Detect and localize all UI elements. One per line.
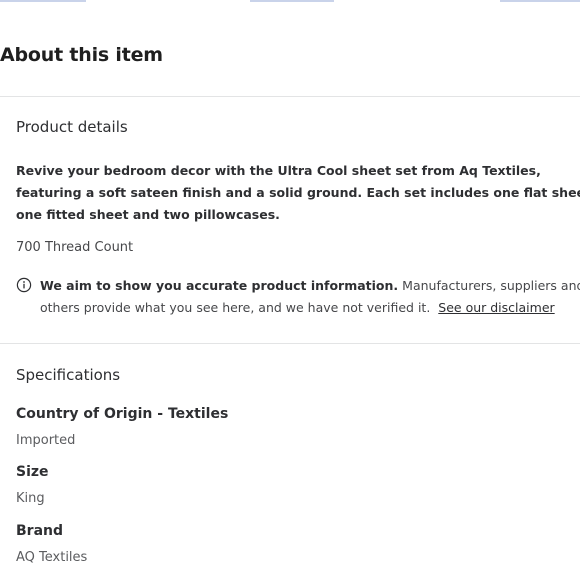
top-tab-indicator[interactable] (0, 0, 86, 2)
thread-count: 700 Thread Count (16, 240, 134, 255)
info-circle-icon (16, 277, 32, 293)
spec-label-size: Size (16, 464, 49, 480)
product-details-heading: Product details (16, 118, 128, 136)
notice-strong-text: We aim to show you accurate product info… (40, 278, 399, 293)
top-tab-indicator[interactable] (250, 0, 334, 2)
spec-value-country-of-origin: Imported (16, 433, 76, 448)
top-tab-indicator[interactable] (500, 0, 580, 2)
accuracy-notice: We aim to show you accurate product info… (40, 275, 580, 319)
divider (0, 343, 580, 344)
spec-value-size: King (16, 491, 45, 506)
specifications-heading: Specifications (16, 366, 121, 384)
product-info-page: About this item Product details Revive y… (0, 0, 580, 580)
disclaimer-link[interactable]: See our disclaimer (438, 300, 554, 315)
spec-value-brand: AQ Textiles (16, 550, 88, 565)
spec-label-country-of-origin: Country of Origin - Textiles (16, 406, 229, 422)
spec-label-brand: Brand (16, 523, 64, 539)
divider (0, 96, 580, 97)
top-tab-strip (0, 0, 580, 4)
section-title: About this item (0, 44, 163, 66)
product-description: Revive your bedroom decor with the Ultra… (16, 163, 580, 222)
